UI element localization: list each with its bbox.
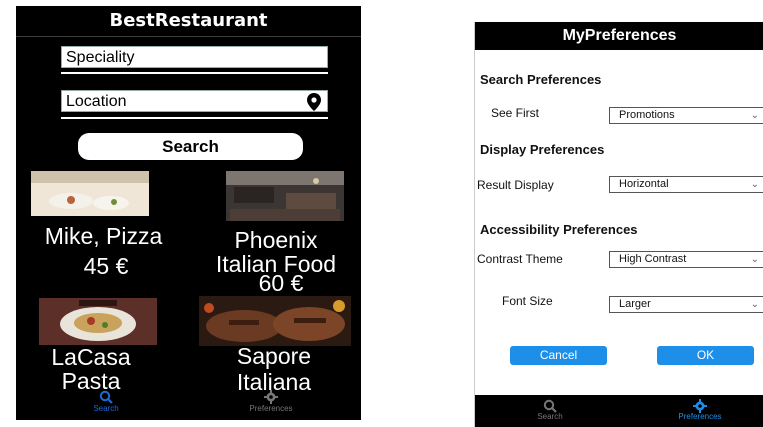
font-size-value: Larger bbox=[619, 298, 651, 310]
font-size-select[interactable]: Larger ⌄ bbox=[609, 296, 763, 313]
result-display-select[interactable]: Horizontal ⌄ bbox=[609, 176, 763, 193]
location-pin-icon[interactable] bbox=[307, 93, 321, 111]
restaurant-name-phoenix[interactable]: Phoenix Italian Food bbox=[191, 228, 361, 276]
preferences-title: MyPreferences bbox=[475, 22, 763, 50]
restaurant-name-lacasa[interactable]: LaCasa Pasta bbox=[16, 345, 166, 393]
accessibility-preferences-heading: Accessibility Preferences bbox=[480, 222, 638, 237]
restaurant-photo-phoenix[interactable] bbox=[226, 171, 344, 221]
restaurant-price-phoenix: 60 € bbox=[258, 270, 304, 296]
search-preferences-heading: Search Preferences bbox=[480, 72, 602, 87]
font-size-label: Font Size bbox=[502, 294, 553, 308]
search-icon bbox=[99, 390, 113, 404]
restaurant-photo-mike-pizza[interactable] bbox=[31, 171, 149, 216]
see-first-value: Promotions bbox=[619, 109, 675, 121]
ok-button[interactable]: OK bbox=[657, 346, 754, 365]
tab-search[interactable]: Search bbox=[525, 399, 575, 421]
tab-search[interactable]: Search bbox=[76, 390, 136, 413]
speciality-input[interactable]: Speciality bbox=[61, 46, 328, 68]
best-restaurant-screen: BestRestaurant Speciality Location Searc… bbox=[16, 6, 361, 420]
cancel-button[interactable]: Cancel bbox=[510, 346, 607, 365]
location-input-text: Location bbox=[66, 93, 127, 110]
location-input[interactable]: Location bbox=[61, 90, 328, 112]
tab-preferences-label: Preferences bbox=[678, 412, 722, 421]
search-button[interactable]: Search bbox=[78, 133, 303, 160]
result-display-label: Result Display bbox=[477, 178, 554, 192]
see-first-label: See First bbox=[491, 106, 540, 120]
chevron-down-icon: ⌄ bbox=[750, 254, 759, 265]
app-title: BestRestaurant bbox=[16, 6, 361, 37]
gear-icon bbox=[693, 399, 707, 413]
restaurant-photo-sapore[interactable] bbox=[199, 296, 351, 346]
location-underline bbox=[61, 117, 328, 119]
chevron-down-icon: ⌄ bbox=[750, 299, 759, 310]
contrast-theme-value: High Contrast bbox=[619, 253, 687, 265]
restaurant-name-mike-pizza[interactable]: Mike, Pizza bbox=[16, 224, 191, 249]
bottom-tab-bar: Search Preferences bbox=[475, 395, 763, 427]
display-preferences-heading: Display Preferences bbox=[480, 142, 605, 157]
my-preferences-screen: MyPreferences Search Preferences See Fir… bbox=[474, 22, 763, 427]
chevron-down-icon: ⌄ bbox=[750, 110, 759, 121]
search-icon bbox=[543, 399, 557, 413]
tab-search-label: Search bbox=[537, 412, 563, 421]
gear-icon bbox=[264, 390, 278, 404]
tab-preferences-label: Preferences bbox=[249, 404, 293, 413]
speciality-underline bbox=[61, 72, 328, 74]
result-display-value: Horizontal bbox=[619, 178, 669, 190]
chevron-down-icon: ⌄ bbox=[750, 179, 759, 190]
restaurant-price-mike-pizza: 45 € bbox=[83, 253, 129, 279]
contrast-theme-label: Contrast Theme bbox=[477, 252, 563, 266]
speciality-input-text: Speciality bbox=[66, 49, 135, 66]
contrast-theme-select[interactable]: High Contrast ⌄ bbox=[609, 251, 763, 268]
restaurant-photo-lacasa[interactable] bbox=[39, 298, 157, 345]
tab-preferences[interactable]: Preferences bbox=[236, 390, 306, 413]
see-first-select[interactable]: Promotions ⌄ bbox=[609, 107, 763, 124]
bottom-tab-bar: Search Preferences bbox=[16, 390, 361, 420]
restaurant-name-sapore[interactable]: Sapore Italiana bbox=[194, 343, 354, 395]
tab-search-label: Search bbox=[93, 404, 119, 413]
tab-preferences[interactable]: Preferences bbox=[670, 399, 730, 421]
